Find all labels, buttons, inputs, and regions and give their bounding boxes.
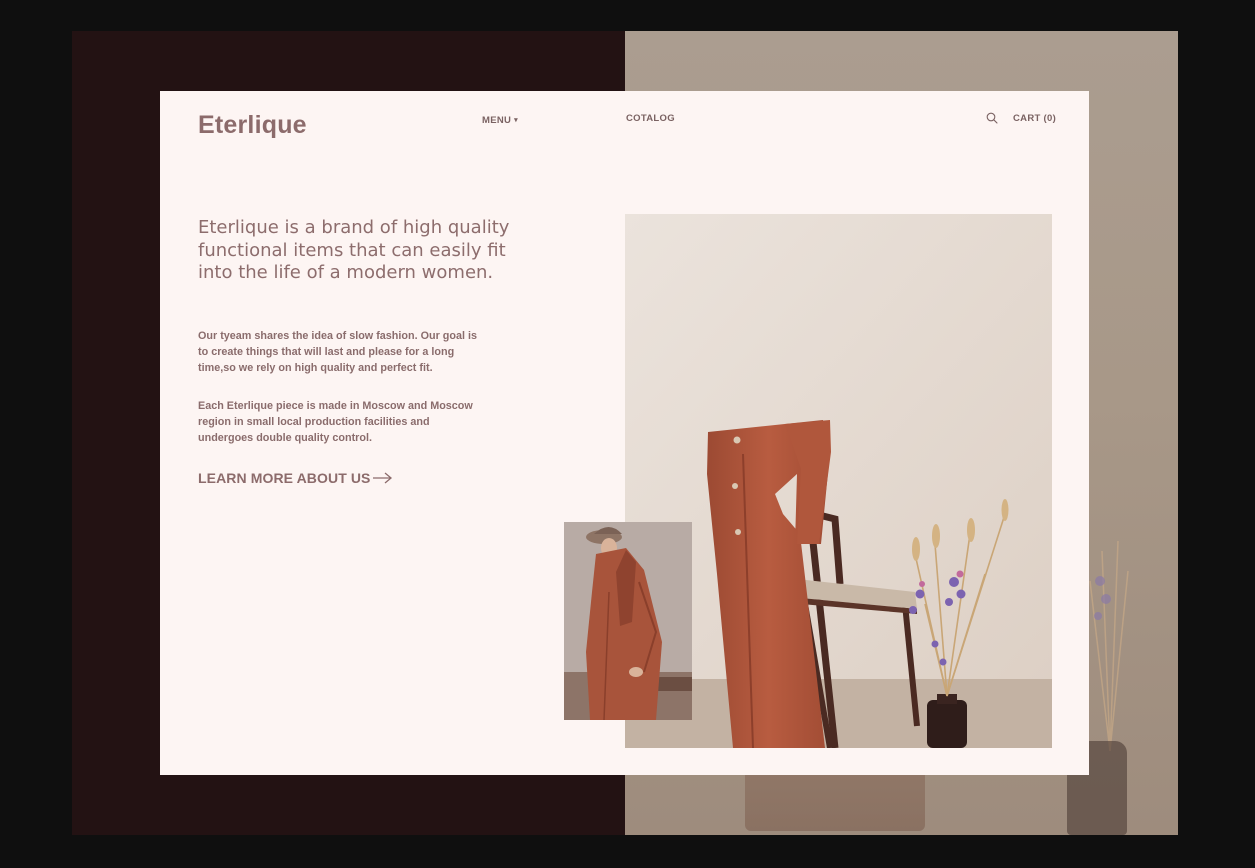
learn-more-link[interactable]: LEARN MORE ABOUT US [198,470,393,486]
nav-catalog[interactable]: COTALOG [626,113,675,124]
nav-menu[interactable]: MENU ▾ [482,115,518,126]
main-card: Eterlique MENU ▾ COTALOG CART (0) Eterliq… [160,91,1089,775]
background-flowers-shape [1089,540,1129,751]
arrow-right-icon [372,472,392,484]
learn-more-label: LEARN MORE ABOUT US [198,470,371,486]
brand-logo[interactable]: Eterlique [198,111,307,140]
cart-link[interactable]: CART (0) [1013,113,1056,124]
about-paragraph-1: Our tyeam shares the idea of slow fashio… [198,330,477,375]
model-photo-coat [564,522,692,720]
chevron-down-icon: ▾ [514,117,518,124]
hero-headline: Eterlique is a brand of high quality fun… [198,217,510,283]
about-paragraph-2: Each Eterlique piece is made in Moscow a… [198,400,473,445]
search-icon[interactable] [986,112,998,124]
nav-menu-label: MENU [482,115,512,126]
model-illustration [564,522,692,720]
